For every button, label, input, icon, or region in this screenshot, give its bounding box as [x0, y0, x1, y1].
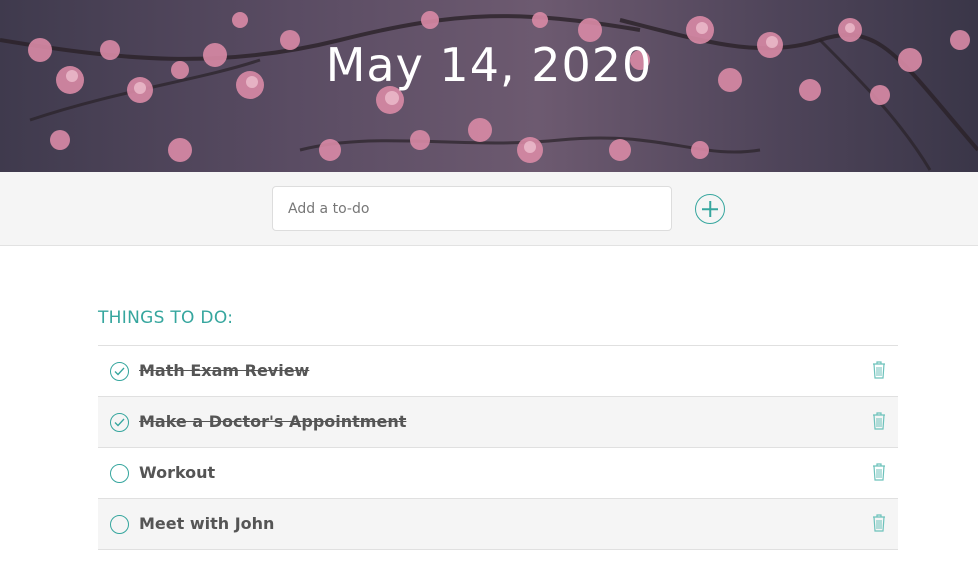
- circle-icon[interactable]: [110, 515, 129, 534]
- todo-text: Meet with John: [139, 514, 275, 533]
- header-banner: May 14, 2020: [0, 0, 978, 172]
- plus-circle-icon[interactable]: [695, 194, 725, 224]
- check-circle-icon[interactable]: [110, 413, 129, 432]
- trash-icon[interactable]: [872, 463, 886, 481]
- todo-text: Math Exam Review: [139, 361, 310, 380]
- add-todo-input[interactable]: [272, 186, 672, 231]
- trash-icon[interactable]: [872, 412, 886, 430]
- todo-text: Workout: [139, 463, 216, 482]
- todo-item: Meet with John: [98, 499, 898, 550]
- page-title: May 14, 2020: [325, 38, 653, 92]
- todo-item: Workout: [98, 448, 898, 499]
- add-todo-bar: [0, 172, 978, 246]
- todo-item: Make a Doctor's Appointment: [98, 397, 898, 448]
- circle-icon[interactable]: [110, 464, 129, 483]
- trash-icon[interactable]: [872, 514, 886, 532]
- todo-list: Math Exam Review Make a Doctor's Appoint…: [98, 345, 898, 550]
- todo-item: Math Exam Review: [98, 346, 898, 397]
- trash-icon[interactable]: [872, 361, 886, 379]
- list-title: THINGS TO DO:: [98, 308, 234, 328]
- todo-text: Make a Doctor's Appointment: [139, 412, 407, 431]
- check-circle-icon[interactable]: [110, 362, 129, 381]
